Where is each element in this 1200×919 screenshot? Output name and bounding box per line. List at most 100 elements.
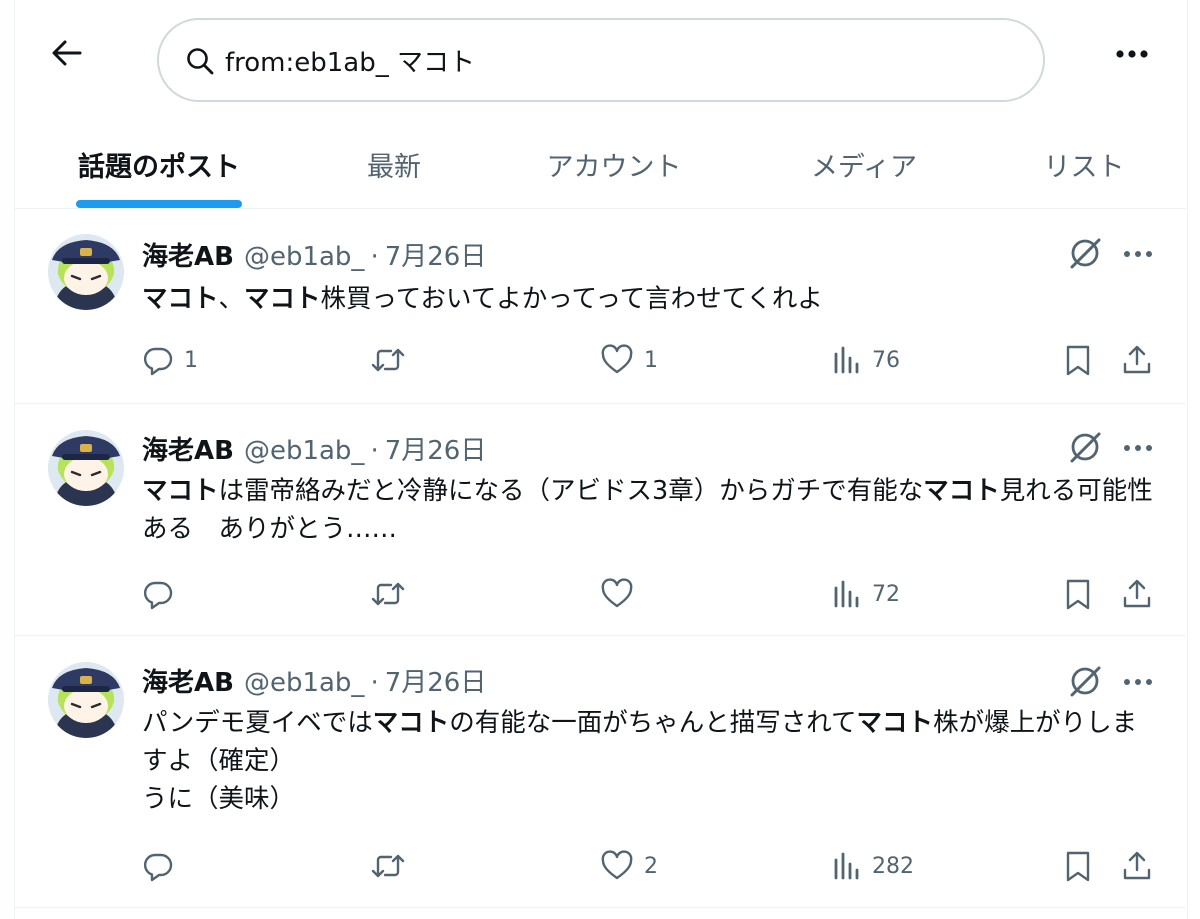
reply-button[interactable]: 1 <box>142 340 198 380</box>
more-horizontal-icon <box>1124 251 1152 257</box>
heart-icon <box>601 850 633 880</box>
tab-lists[interactable]: リスト <box>1029 120 1139 208</box>
repost-icon <box>371 854 405 878</box>
reply-icon <box>143 347 173 376</box>
post-text-segment: の有能な一面がちゃんと描写されて <box>449 708 857 738</box>
author-name[interactable]: 海老AB <box>142 662 234 699</box>
tab-label: メディア <box>810 151 918 183</box>
post-more-button[interactable] <box>1120 430 1156 466</box>
bookmark-button[interactable] <box>1064 574 1092 614</box>
views-button[interactable]: 72 <box>832 574 900 614</box>
post-text-segment: マコト <box>856 708 934 738</box>
post-text-segment: マコト <box>142 284 219 314</box>
reply-icon <box>143 853 173 882</box>
like-button[interactable]: 2 <box>600 846 658 886</box>
post-date[interactable]: 7月26日 <box>385 662 487 699</box>
views-chart-icon <box>834 580 859 608</box>
reply-button[interactable] <box>142 574 184 614</box>
tab-top-posts[interactable]: 話題のポスト <box>76 120 242 208</box>
more-horizontal-icon <box>1116 50 1148 58</box>
post-text-segment: 、 <box>218 284 245 314</box>
post-header: 海老AB @eb1ab_ · 7月26日 <box>142 430 486 466</box>
more-options-button[interactable] <box>1110 32 1154 76</box>
post-text-segment: パンデモ夏イベでは <box>142 708 373 738</box>
repost-button[interactable] <box>370 340 416 380</box>
post-text: マコトは雷帝絡みだと冷静になる（アビドス3章）からガチで有能なマコト見れる可能性… <box>142 472 1162 548</box>
views-count: 282 <box>872 853 914 879</box>
post-text: マコト、マコト株買っておいてよかってって言わせてくれよ <box>142 280 1162 318</box>
tab-latest[interactable]: 最新 <box>344 120 444 208</box>
separator-dot: · <box>370 436 379 466</box>
reply-button[interactable] <box>142 846 184 886</box>
tab-media[interactable]: メディア <box>794 120 934 208</box>
post-header: 海老AB @eb1ab_ · 7月26日 <box>142 662 486 698</box>
post-text-segment: マコト <box>142 476 219 506</box>
repost-button[interactable] <box>370 574 416 614</box>
share-button[interactable] <box>1122 574 1152 614</box>
tab-label: 話題のポスト <box>78 151 240 183</box>
like-button[interactable] <box>600 574 644 614</box>
bookmark-button[interactable] <box>1064 846 1092 886</box>
like-button[interactable]: 1 <box>600 340 658 380</box>
search-icon <box>187 48 214 75</box>
tab-label: 最新 <box>367 151 421 183</box>
reply-icon <box>143 581 173 610</box>
post-text-segment: マコト <box>372 708 450 738</box>
bookmark-icon <box>1066 345 1090 376</box>
views-button[interactable]: 282 <box>832 846 914 886</box>
post-card[interactable]: 海老AB @eb1ab_ · 7月26日 マコト、マコト株買っておいてよかってっ… <box>14 208 1186 404</box>
bookmark-icon <box>1066 579 1090 610</box>
repost-button[interactable] <box>370 846 416 886</box>
post-date[interactable]: 7月26日 <box>385 236 487 273</box>
grok-icon <box>1070 432 1101 463</box>
share-icon <box>1123 579 1151 608</box>
avatar-image <box>48 430 124 506</box>
tab-active-indicator <box>76 200 242 208</box>
post-more-button[interactable] <box>1120 236 1156 272</box>
avatar[interactable] <box>48 234 124 310</box>
post-date[interactable]: 7月26日 <box>385 430 487 467</box>
post-card[interactable]: 海老AB @eb1ab_ · 7月26日 マコトは雷帝絡みだと冷静になる（アビド… <box>14 404 1186 636</box>
arrow-left-icon <box>52 40 82 66</box>
views-chart-icon <box>834 346 859 374</box>
author-handle[interactable]: @eb1ab_ <box>244 242 364 272</box>
views-count: 76 <box>872 347 900 373</box>
tab-label: リスト <box>1043 151 1125 183</box>
heart-icon <box>601 578 633 608</box>
author-name[interactable]: 海老AB <box>142 430 234 467</box>
search-input[interactable] <box>225 38 1005 82</box>
author-name[interactable]: 海老AB <box>142 236 234 273</box>
separator-dot: · <box>370 668 379 698</box>
share-icon <box>1123 345 1151 374</box>
back-button[interactable] <box>46 32 88 74</box>
grok-icon <box>1070 666 1101 697</box>
search-box[interactable] <box>157 18 1045 102</box>
bookmark-icon <box>1066 851 1090 882</box>
like-count: 1 <box>644 347 658 373</box>
share-button[interactable] <box>1122 340 1152 380</box>
post-text: パンデモ夏イベではマコトの有能な一面がちゃんと描写されてマコト株が爆上がりします… <box>142 704 1162 818</box>
repost-icon <box>371 582 405 606</box>
search-tabs: 話題のポスト 最新 アカウント メディア リスト <box>14 120 1186 209</box>
share-button[interactable] <box>1122 846 1152 886</box>
avatar[interactable] <box>48 430 124 506</box>
grok-button[interactable] <box>1066 662 1104 700</box>
avatar[interactable] <box>48 662 124 738</box>
more-horizontal-icon <box>1124 445 1152 451</box>
views-chart-icon <box>834 852 859 880</box>
author-handle[interactable]: @eb1ab_ <box>244 668 364 698</box>
grok-button[interactable] <box>1066 234 1104 272</box>
views-button[interactable]: 76 <box>832 340 900 380</box>
repost-icon <box>371 348 405 372</box>
post-text-segment: は雷帝絡みだと冷静になる（アビドス3章）からガチで有能な <box>218 476 924 506</box>
tab-accounts[interactable]: アカウント <box>534 120 694 208</box>
post-more-button[interactable] <box>1120 664 1156 700</box>
post-text-segment: マコト <box>923 476 1000 506</box>
heart-icon <box>601 344 633 374</box>
grok-button[interactable] <box>1066 428 1104 466</box>
bookmark-button[interactable] <box>1064 340 1092 380</box>
share-icon <box>1123 851 1151 880</box>
post-card[interactable]: 海老AB @eb1ab_ · 7月26日 パンデモ夏イベではマコトの有能な一面が… <box>14 636 1186 908</box>
author-handle[interactable]: @eb1ab_ <box>244 436 364 466</box>
tab-label: アカウント <box>546 151 682 183</box>
